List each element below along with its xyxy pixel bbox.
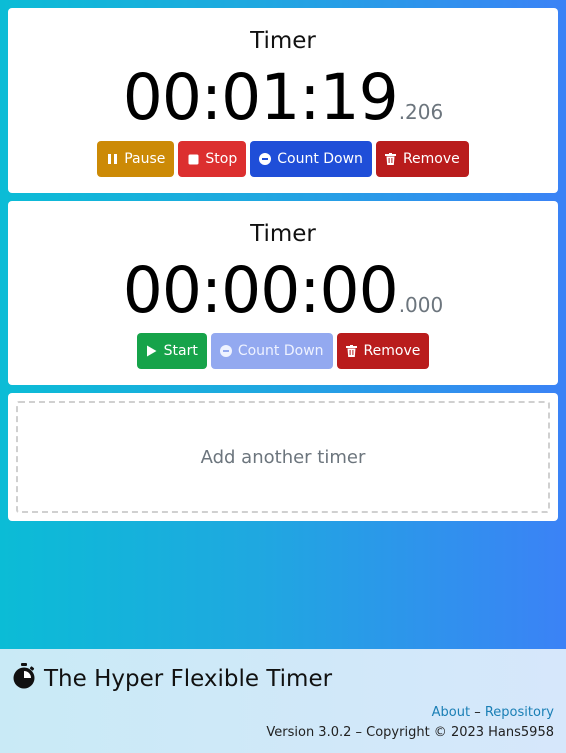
count-down-button[interactable]: Count Down <box>250 141 372 177</box>
start-label: Start <box>163 343 198 359</box>
footer: The Hyper Flexible Timer About – Reposit… <box>0 649 566 753</box>
count-down-label: Count Down <box>277 151 363 167</box>
timer-milliseconds: .206 <box>398 100 444 124</box>
count-down-button[interactable]: Count Down <box>210 333 333 369</box>
stopwatch-icon <box>12 663 44 695</box>
link-separator: – <box>474 705 481 720</box>
timer-controls: Pause Stop Count Down Remove <box>8 141 558 177</box>
remove-label: Remove <box>402 151 460 167</box>
timer-time: 00:00:00 <box>122 254 399 327</box>
minus-circle-icon <box>219 345 232 357</box>
pause-label: Pause <box>124 151 166 167</box>
stop-button[interactable]: Stop <box>178 141 247 177</box>
pause-button[interactable]: Pause <box>97 141 175 177</box>
stop-label: Stop <box>205 151 238 167</box>
stop-icon <box>187 153 199 165</box>
remove-label: Remove <box>363 343 421 359</box>
timer-display: 00:01:19 .206 <box>8 66 558 129</box>
timer-title[interactable]: Timer <box>8 28 558 54</box>
timer-controls: Start Count Down Remove <box>8 333 558 369</box>
minus-circle-icon <box>259 153 272 165</box>
remove-button[interactable]: Remove <box>336 333 430 369</box>
add-timer-card: Add another timer <box>8 393 558 521</box>
start-button[interactable]: Start <box>136 333 207 369</box>
play-icon <box>146 345 158 357</box>
brand: The Hyper Flexible Timer <box>12 663 332 695</box>
brand-title: The Hyper Flexible Timer <box>44 666 333 692</box>
about-link[interactable]: About <box>432 705 470 720</box>
timer-card-2: Timer 00:00:00 .000 Start Count Down Rem… <box>8 201 558 385</box>
count-down-label: Count Down <box>237 343 324 359</box>
timer-milliseconds: .000 <box>398 293 444 317</box>
add-timer-button[interactable]: Add another timer <box>16 401 550 513</box>
add-timer-label: Add another timer <box>200 446 366 468</box>
trash-icon <box>346 345 358 357</box>
version-copyright: Version 3.0.2 – Copyright © 2023 Hans595… <box>266 725 554 740</box>
timer-time: 00:01:19 <box>122 61 399 134</box>
timer-title[interactable]: Timer <box>8 221 558 247</box>
remove-button[interactable]: Remove <box>375 141 469 177</box>
footer-links: About – Repository <box>432 705 554 720</box>
repository-link[interactable]: Repository <box>485 705 554 720</box>
trash-icon <box>385 153 397 165</box>
timer-display: 00:00:00 .000 <box>8 259 558 322</box>
pause-icon <box>106 153 118 165</box>
timer-card-1: Timer 00:01:19 .206 Pause Stop Count Dow… <box>8 8 558 193</box>
